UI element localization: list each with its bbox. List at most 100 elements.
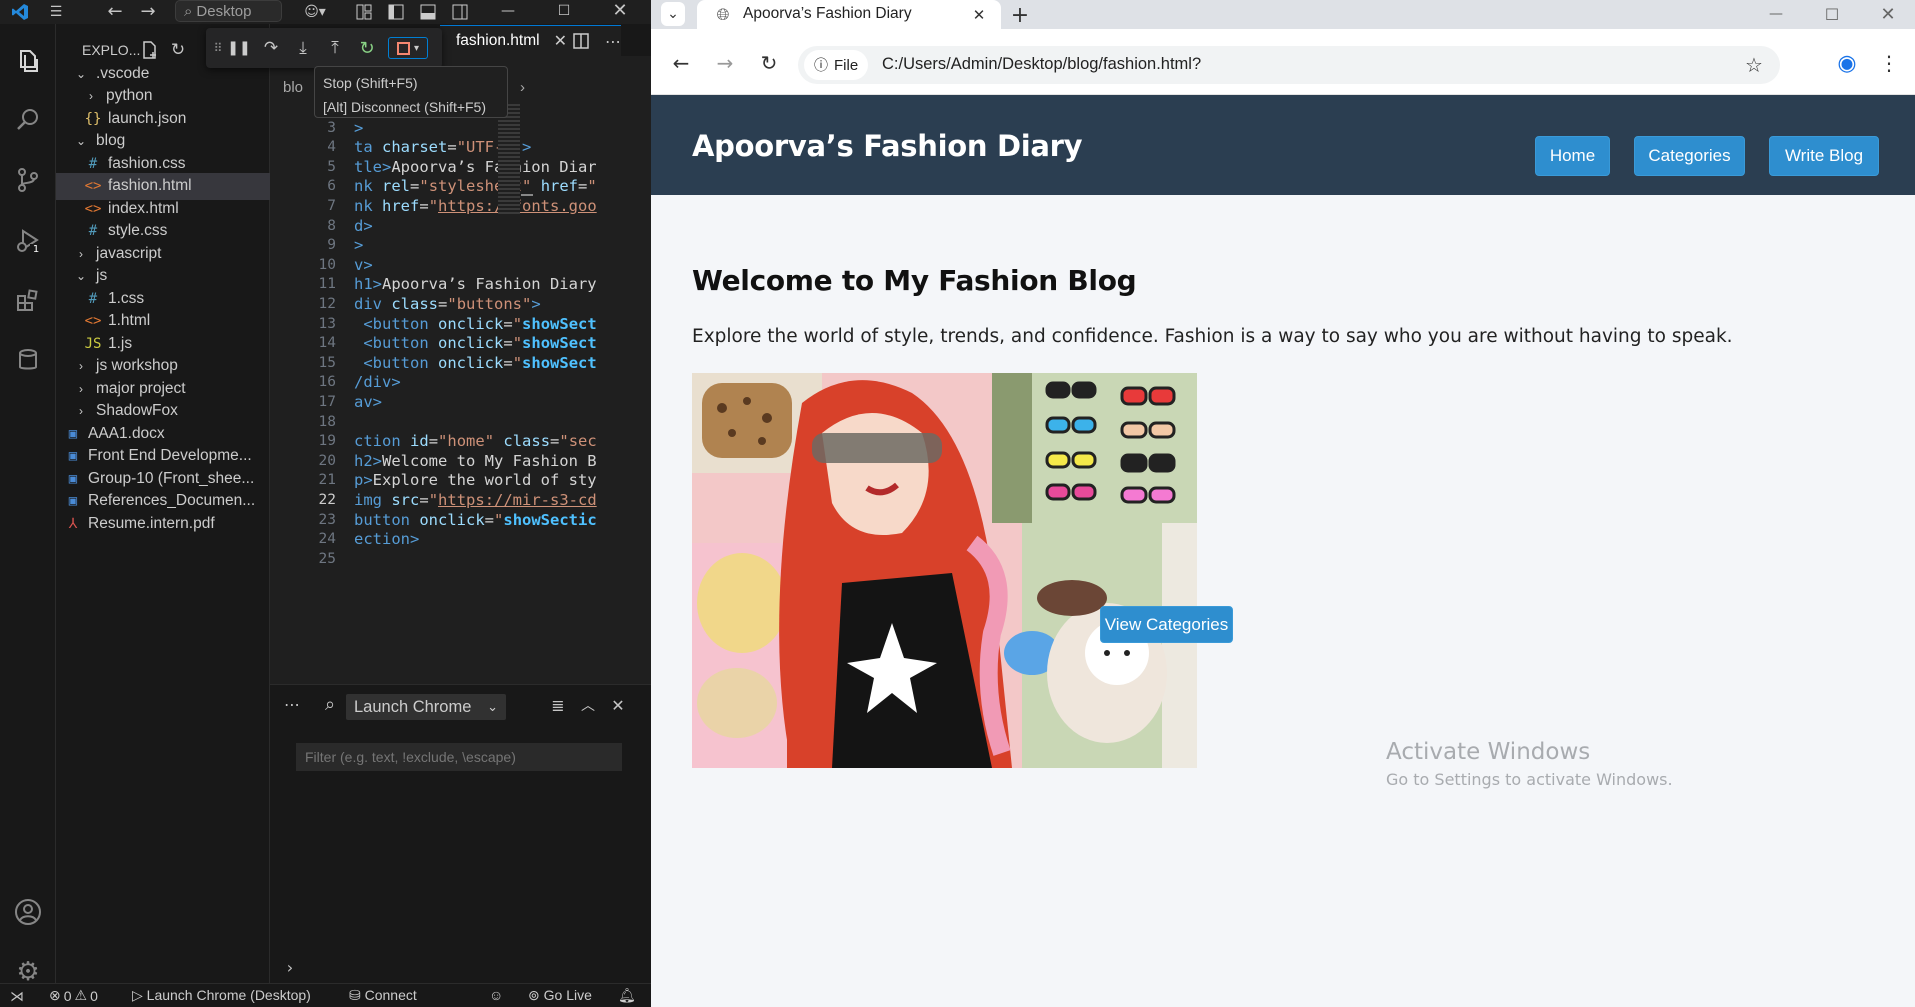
tree-item[interactable]: ⅄ Resume.intern.pdf (56, 510, 270, 537)
reload-icon[interactable]: ↻ (755, 49, 783, 77)
run-debug-icon[interactable]: 1 (0, 216, 56, 264)
code-line[interactable]: ta charset="UTF-8"> (354, 138, 604, 156)
word-wrap-icon[interactable]: ≣ (548, 694, 568, 716)
maximize-icon[interactable]: ☐ (552, 1, 576, 21)
code-line[interactable]: v> (354, 256, 604, 274)
forward-arrow-icon[interactable]: → (711, 49, 739, 77)
nav-categories-button[interactable]: Categories (1634, 136, 1745, 176)
code-line[interactable]: img src="https://mir-s3-cd (354, 491, 604, 509)
minimize-icon[interactable]: — (496, 1, 520, 21)
code-line[interactable]: button onclick="showSectic (354, 511, 604, 529)
bookmark-star-icon[interactable]: ☆ (1742, 53, 1766, 77)
stop-button[interactable]: ▾ (388, 37, 428, 59)
launch-config-select[interactable]: Launch Chrome ⌄ (346, 694, 506, 720)
back-arrow-icon[interactable]: ← (103, 0, 127, 22)
source-control-icon[interactable] (0, 156, 56, 204)
panel-search-icon[interactable]: ⌕ (320, 693, 340, 715)
code-line[interactable]: > (354, 236, 604, 254)
error-icon: ⊗ (49, 987, 61, 1003)
connect-status[interactable]: ⛁ Connect (349, 987, 417, 1004)
minimize-icon[interactable]: — (1763, 2, 1789, 26)
code-line[interactable]: div class="buttons"> (354, 295, 604, 313)
new-tab-plus-icon[interactable]: + (1007, 2, 1033, 28)
view-categories-button[interactable]: View Categories (1100, 606, 1233, 643)
pause-icon[interactable]: ❚❚ (227, 37, 250, 59)
extensions-icon[interactable] (0, 276, 56, 324)
maximize-icon[interactable]: ☐ (1819, 2, 1845, 26)
panel-more-icon[interactable]: ⋯ (282, 693, 302, 715)
debug-target-status[interactable]: ▷ Launch Chrome (Desktop) (132, 987, 311, 1004)
nav-write-blog-button[interactable]: Write Blog (1769, 136, 1879, 176)
menu-icon[interactable]: ☰ (44, 1, 68, 23)
explorer-icon[interactable] (0, 36, 56, 84)
code-line[interactable]: h1>Apoorva’s Fashion Diary (354, 275, 604, 293)
drag-handle-icon[interactable]: ⠿ (212, 38, 224, 58)
code-line[interactable]: ection> (354, 530, 604, 548)
tab-close-icon[interactable]: ✕ (554, 31, 567, 51)
code-line[interactable]: h2>Welcome to My Fashion B (354, 452, 604, 470)
more-actions-icon[interactable]: ⋯ (602, 30, 624, 52)
close-icon[interactable]: ✕ (1875, 2, 1901, 26)
code-line[interactable]: > (354, 119, 604, 137)
word-file-icon: ▣ (68, 493, 78, 509)
toggle-primary-sidebar-icon[interactable] (386, 1, 406, 23)
customize-layout-icon[interactable] (354, 1, 374, 23)
code-line[interactable]: d> (354, 217, 604, 235)
code-line[interactable]: nk href="https://fonts.goo (354, 197, 604, 215)
code-line[interactable]: av> (354, 393, 604, 411)
split-editor-icon[interactable] (570, 30, 592, 52)
code-line[interactable]: <button onclick="showSect (354, 334, 604, 352)
notifications-bell-icon[interactable]: 🔔︎ (618, 987, 636, 1004)
browser-menu-icon[interactable]: ⋮ (1879, 49, 1899, 77)
copilot-status-icon[interactable]: ☺ (489, 987, 503, 1003)
scrollbar-thumb[interactable] (521, 194, 533, 196)
toggle-panel-icon[interactable] (418, 1, 438, 23)
problems-indicator[interactable]: ⊗ 0 ⚠ 0 (49, 987, 98, 1004)
go-live-status[interactable]: ⊚ Go Live (528, 987, 592, 1004)
code-line[interactable]: /div> (354, 373, 604, 391)
step-out-icon[interactable]: ⤒ (324, 37, 346, 59)
toggle-secondary-sidebar-icon[interactable] (450, 1, 470, 23)
explorer-sidebar: EXPLO... ↻ ⌄ .vscode › python{} launch.json ⌄… (56, 24, 270, 983)
debug-console-filter-input[interactable] (296, 743, 622, 771)
search-sidebar-icon[interactable] (0, 96, 56, 144)
chevron-down-icon[interactable]: ▾ (414, 43, 419, 54)
remote-icon[interactable]: ⋊ (8, 987, 26, 1005)
refresh-explorer-icon[interactable]: ↻ (168, 40, 188, 60)
minimap[interactable] (498, 104, 520, 214)
step-over-icon[interactable]: ↷ (260, 37, 282, 59)
address-bar[interactable]: ⓘ File C:/Users/Admin/Desktop/blog/fashio… (798, 46, 1780, 84)
copilot-icon[interactable]: ☺▾ (297, 1, 333, 23)
code-line[interactable]: ction id="home" class="sec (354, 432, 604, 450)
code-line[interactable]: tle>Apoorva’s Fashion Diar (354, 158, 604, 176)
profile-avatar-icon[interactable]: ◉ (1833, 49, 1861, 77)
restart-icon[interactable]: ↻ (356, 37, 378, 59)
close-icon[interactable]: ✕ (608, 0, 632, 21)
panel-close-icon[interactable]: ✕ (608, 694, 628, 716)
forward-arrow-icon[interactable]: → (136, 0, 160, 22)
browser-tab-active[interactable]: 🌐︎ Apoorva’s Fashion Diary ✕ (697, 0, 1001, 29)
line-number: 22 (318, 492, 336, 508)
tab-close-icon[interactable]: ✕ (969, 5, 989, 25)
code-line[interactable]: <button onclick="showSect (354, 315, 604, 333)
info-icon: ⓘ (814, 57, 828, 73)
site-info-chip[interactable]: ⓘ File (804, 50, 868, 80)
tab-fashion-html[interactable]: fashion.html ✕ (440, 25, 621, 56)
code-line[interactable]: p>Explore the world of sty (354, 471, 604, 489)
url-text[interactable]: C:/Users/Admin/Desktop/blog/fashion.html… (882, 55, 1201, 74)
database-icon[interactable] (0, 336, 56, 384)
code-line[interactable]: <button onclick="showSect (354, 354, 604, 372)
breadcrumb-folder[interactable]: blo (283, 79, 303, 96)
chevron-up-icon[interactable]: ︿ (578, 694, 598, 716)
step-into-icon[interactable]: ⤓ (292, 37, 314, 59)
code-line[interactable]: nk rel="stylesheet" href=" (354, 177, 604, 195)
back-arrow-icon[interactable]: ← (667, 49, 695, 77)
command-center-search[interactable]: ⌕ Desktop (175, 0, 282, 22)
site-title: Apoorva’s Fashion Diary (692, 129, 1083, 163)
nav-home-button[interactable]: Home (1535, 136, 1610, 176)
chevron-right-icon: › (79, 404, 83, 418)
new-file-icon[interactable] (140, 40, 160, 60)
accounts-icon[interactable] (0, 888, 56, 936)
console-prompt-icon[interactable]: › (280, 957, 300, 977)
tab-search-chevron-icon[interactable]: ⌄ (661, 2, 685, 26)
